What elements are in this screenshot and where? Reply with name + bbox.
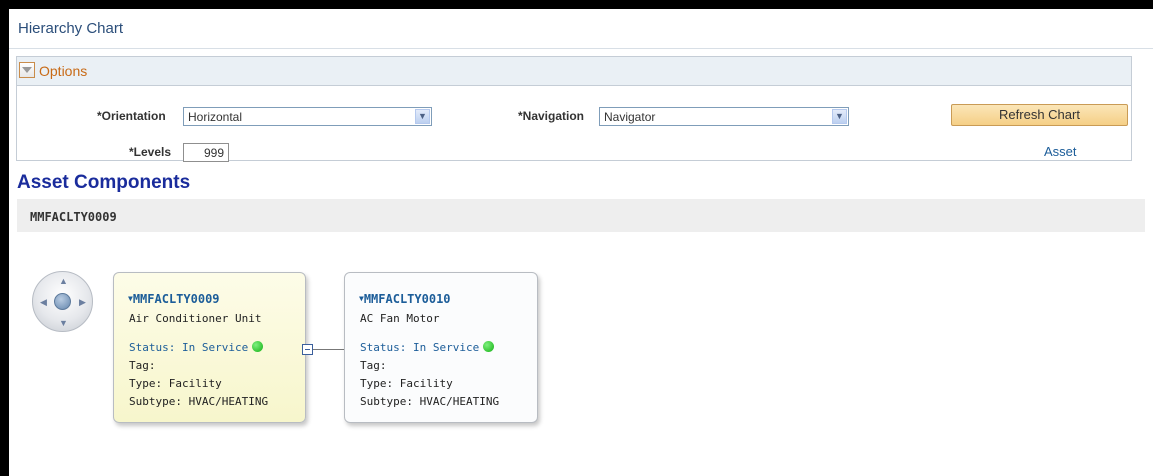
pan-up-icon[interactable]: ▲ xyxy=(59,277,68,286)
root-bar: MMFACLTY0009 xyxy=(17,199,1145,232)
status-green-icon xyxy=(252,341,264,352)
pan-center-icon[interactable] xyxy=(54,293,71,310)
status-green-icon xyxy=(483,341,495,352)
pan-right-icon[interactable]: ▶ xyxy=(79,298,86,307)
node-description: AC Fan Motor xyxy=(360,312,440,325)
orientation-select[interactable]: Horizontal ▼ xyxy=(183,107,432,126)
node-description: Air Conditioner Unit xyxy=(129,312,262,325)
node-id-link[interactable]: ▼MMFACLTY0009 xyxy=(128,292,220,306)
node-tag: Tag: xyxy=(360,359,387,372)
levels-input[interactable]: 999 xyxy=(183,143,229,162)
refresh-chart-button[interactable]: Refresh Chart xyxy=(951,104,1128,126)
title-divider xyxy=(9,48,1153,49)
hierarchy-node[interactable]: ▼MMFACLTY0010 AC Fan Motor Status: In Se… xyxy=(344,272,538,423)
orientation-value: Horizontal xyxy=(188,110,243,124)
navigation-select[interactable]: Navigator ▼ xyxy=(599,107,849,126)
orientation-label: *Orientation xyxy=(97,109,166,123)
root-asset-label: MMFACLTY0009 xyxy=(30,210,117,224)
node-id[interactable]: MMFACLTY0010 xyxy=(364,292,451,306)
navigation-value: Navigator xyxy=(604,110,656,124)
collapse-triangle-icon[interactable] xyxy=(19,62,35,78)
hierarchy-node[interactable]: ▼MMFACLTY0009 Air Conditioner Unit Statu… xyxy=(113,272,306,423)
node-status-text: Status: In Service xyxy=(129,341,249,354)
options-header[interactable]: Options xyxy=(17,57,1131,86)
node-status-text: Status: In Service xyxy=(360,341,480,354)
options-panel: Options *Orientation Horizontal ▼ *Navig… xyxy=(16,56,1132,162)
node-id[interactable]: MMFACLTY0009 xyxy=(133,292,220,306)
levels-label: *Levels xyxy=(129,145,172,159)
node-id-link[interactable]: ▼MMFACLTY0010 xyxy=(359,292,451,306)
page-content: Hierarchy Chart Options *Orientation Hor… xyxy=(9,9,1153,476)
node-status: Status: In Service xyxy=(360,341,495,354)
minus-box-icon[interactable] xyxy=(302,344,313,355)
pan-left-icon[interactable]: ◀ xyxy=(40,298,47,307)
node-menu-caret-icon[interactable]: ▼ xyxy=(359,294,364,303)
node-status: Status: In Service xyxy=(129,341,264,354)
pan-down-icon[interactable]: ▼ xyxy=(59,319,68,328)
section-title: Asset Components xyxy=(17,172,191,193)
pan-navigator-icon[interactable]: ▲ ▼ ◀ ▶ xyxy=(32,271,93,332)
chevron-down-icon[interactable]: ▼ xyxy=(415,109,430,124)
options-label: Options xyxy=(39,63,88,79)
navigation-label: *Navigation xyxy=(518,109,585,123)
node-subtype: Subtype: HVAC/HEATING xyxy=(360,395,500,408)
page-title: Hierarchy Chart xyxy=(18,20,124,37)
node-subtype: Subtype: HVAC/HEATING xyxy=(129,395,269,408)
chevron-down-icon[interactable]: ▼ xyxy=(832,109,847,124)
node-type: Type: Facility xyxy=(360,377,453,390)
node-menu-caret-icon[interactable]: ▼ xyxy=(128,294,133,303)
node-tag: Tag: xyxy=(129,359,156,372)
asset-link[interactable]: Asset xyxy=(1044,144,1077,159)
node-type: Type: Facility xyxy=(129,377,222,390)
